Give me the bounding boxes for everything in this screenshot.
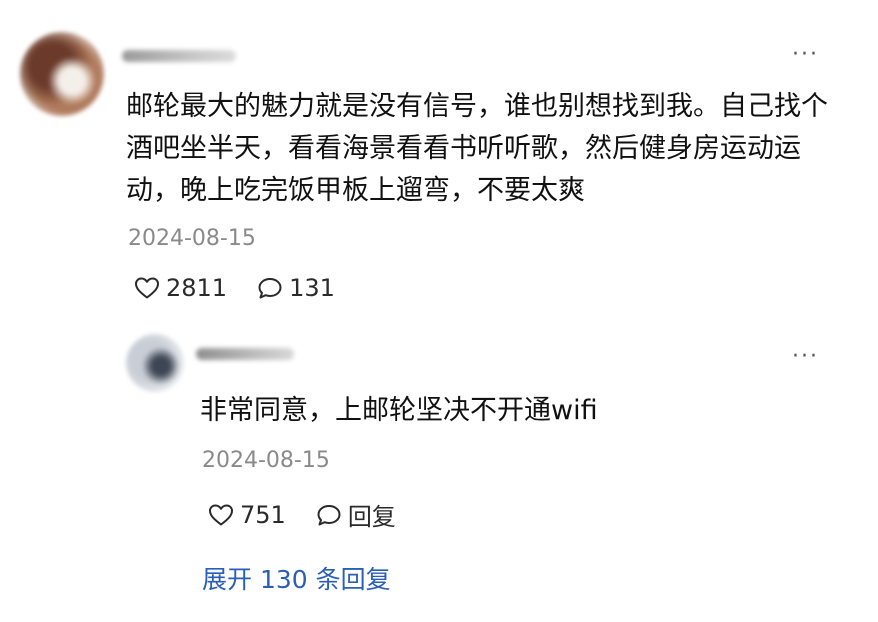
username-blurred[interactable] [122, 50, 236, 62]
like-count: 2811 [166, 274, 228, 302]
heart-icon [209, 504, 233, 525]
heart-icon [135, 277, 159, 299]
more-options-icon[interactable]: ··· [792, 44, 819, 66]
expand-replies-link[interactable]: 展开 130 条回复 [202, 560, 391, 596]
reply-button[interactable]: 131 [257, 274, 335, 302]
reply-more-options-icon[interactable]: ··· [792, 346, 819, 368]
reply-to-reply-button[interactable]: 回复 [316, 497, 396, 532]
avatar[interactable] [20, 32, 104, 116]
reply-username-blurred[interactable] [196, 348, 294, 360]
comment-thread: ··· 邮轮最大的魅力就是没有信号，谁也别想找到我。自己找个酒吧坐半天，看看海景… [0, 0, 878, 622]
reply-like-count: 751 [240, 500, 286, 529]
like-button[interactable]: 2811 [134, 274, 227, 302]
comment-bubble-icon [317, 504, 341, 525]
reply-text: 非常同意，上邮轮坚决不开通wifi [200, 395, 598, 426]
comment-date: 2024-08-15 [128, 226, 256, 251]
reply-avatar[interactable] [126, 334, 184, 392]
reply-date: 2024-08-15 [202, 448, 330, 473]
comment-bubble-icon [258, 278, 282, 299]
comment-text: 邮轮最大的魅力就是没有信号，谁也别想找到我。自己找个酒吧坐半天，看看海景看看书听… [126, 91, 828, 206]
reply-count: 131 [289, 274, 335, 302]
reply-label: 回复 [347, 503, 396, 531]
reply-like-button[interactable]: 751 [208, 501, 286, 529]
reply-actions: 751 回复 [208, 497, 426, 532]
comment-actions: 2811 131 [134, 274, 365, 302]
